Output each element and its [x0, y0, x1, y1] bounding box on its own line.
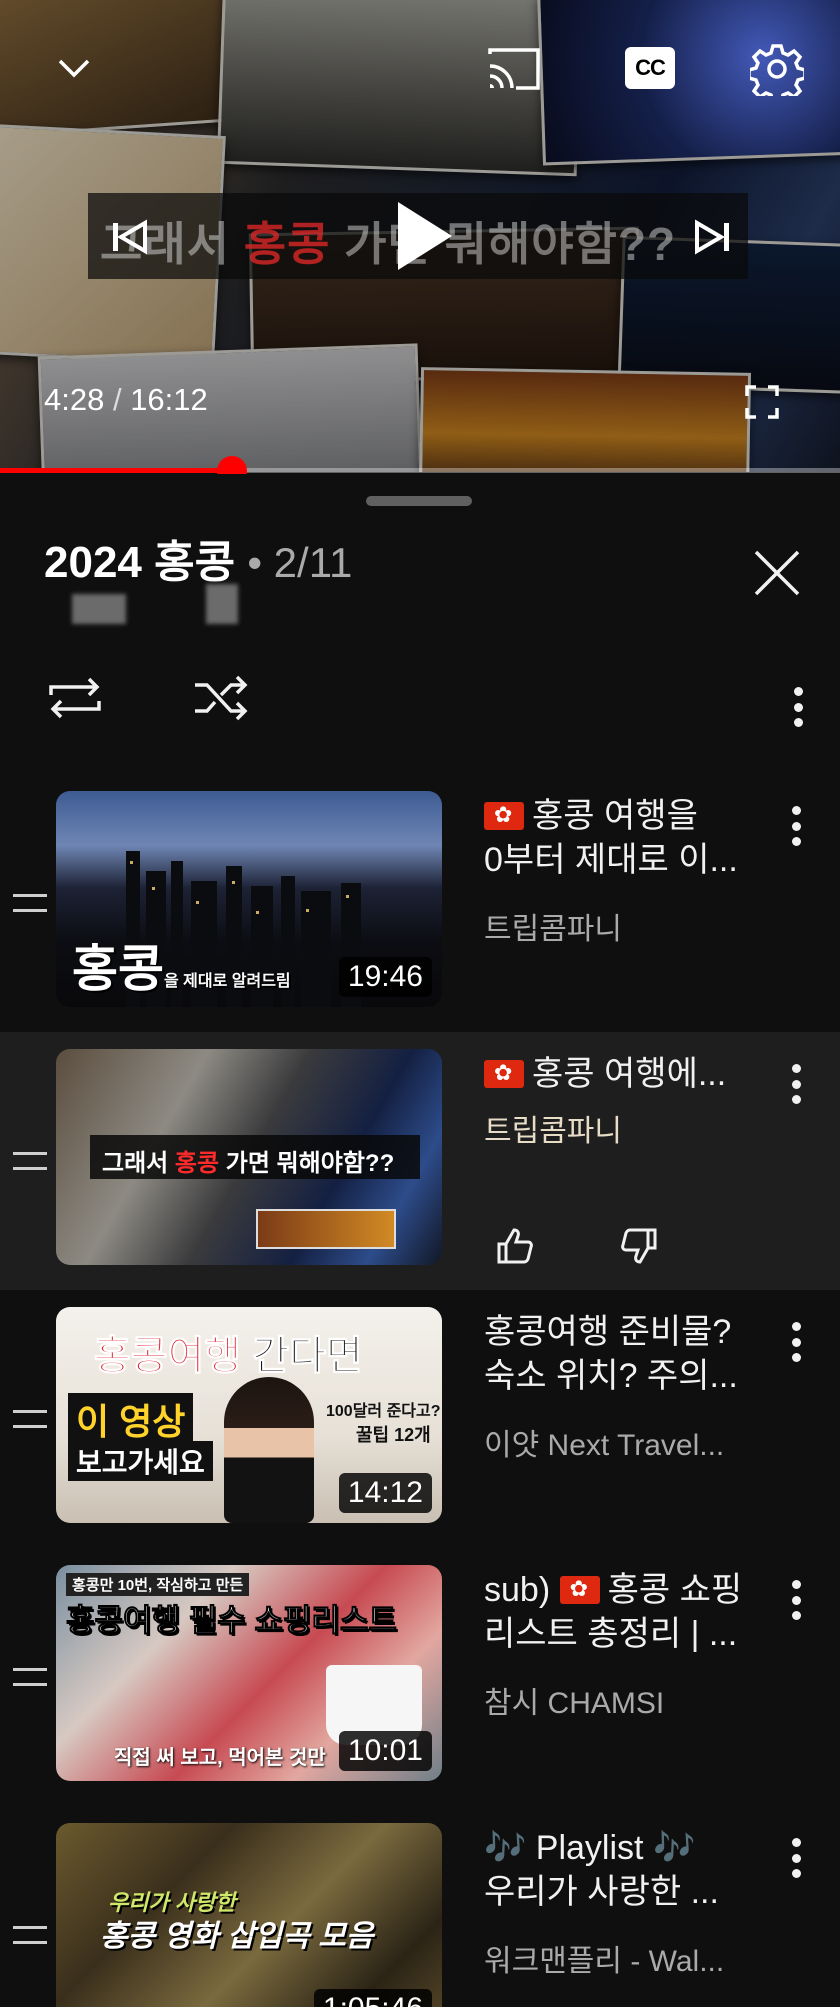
thumbnail-caption: 꿀팁 12개: [356, 1425, 431, 1445]
playlist-item-current[interactable]: 그래서 홍콩 가면 뭐해야함?? 홍콩 여행에... 트립콤파니: [0, 1032, 840, 1290]
cast-icon: [488, 48, 540, 90]
thumbnail-caption: 홍콩만 10번, 작심하고 만든: [66, 1573, 250, 1596]
music-note-icon: 🎶: [484, 1829, 527, 1867]
fullscreen-button[interactable]: [740, 380, 784, 424]
video-player[interactable]: 그래서 홍콩 가면 뭐해야함?? CC 4:28 / 16:12: [0, 0, 840, 472]
video-thumbnail[interactable]: 홍콩여행 간다면 이 영상 보고가세요 100달러 준다고? 꿀팁 12개 14…: [56, 1307, 442, 1523]
playlist-item[interactable]: 우리가 사랑한 홍콩 영화 삽입곡 모음 1:05:46 🎶 Playlist …: [0, 1806, 840, 2007]
panel-drag-handle[interactable]: [366, 496, 472, 506]
previous-icon: [113, 219, 147, 255]
playlist-item[interactable]: 홍콩여행 간다면 이 영상 보고가세요 100달러 준다고? 꿀팁 12개 14…: [0, 1290, 840, 1548]
channel-name: 이얏 Next Travel...: [484, 1429, 725, 1462]
shuffle-icon: [195, 675, 248, 721]
thumbnail-caption: 직접 써 보고, 먹어본 것만: [114, 1747, 326, 1769]
more-vert-icon: [793, 687, 803, 696]
channel-name: 참시 CHAMSI: [484, 1687, 665, 1720]
drag-handle-icon[interactable]: [13, 894, 47, 912]
close-icon: [754, 550, 800, 596]
item-more-button[interactable]: [776, 1570, 816, 1630]
channel-name: 트립콤파니: [484, 1115, 622, 1148]
video-thumbnail[interactable]: 그래서 홍콩 가면 뭐해야함??: [56, 1049, 442, 1265]
playlist-item[interactable]: 홍콩을 제대로 알려드림 19:46 홍콩 여행을 0부터 제대로 이... 트…: [0, 774, 840, 1032]
thumbnail-caption: 홍콩여행 간다면: [93, 1334, 363, 1379]
item-more-button[interactable]: [776, 796, 816, 856]
item-more-button[interactable]: [776, 1828, 816, 1888]
video-title[interactable]: 홍콩여행 준비물? 숙소 위치? 주의...: [484, 1310, 774, 1398]
thumbnail-caption: 홍콩 영화 삽입곡 모음: [100, 1920, 374, 1953]
captions-icon: CC: [635, 55, 666, 80]
playlist-panel: 2024 홍콩 • 2/11 홍콩을 제대로 알려드림 19:46 홍콩 여행을…: [0, 474, 840, 2007]
duration-badge: 19:46: [338, 957, 432, 997]
captions-button[interactable]: CC: [625, 47, 675, 89]
video-thumbnail[interactable]: 홍콩만 10번, 작심하고 만든 홍콩여행 필수 쇼핑리스트 직접 써 보고, …: [56, 1565, 442, 1781]
play-icon: [398, 202, 452, 270]
playlist-title: 2024 홍콩 • 2/11: [44, 538, 353, 587]
playlist-more-button[interactable]: [778, 677, 818, 737]
shuffle-button[interactable]: [186, 669, 256, 727]
drag-handle-icon[interactable]: [13, 1410, 47, 1428]
video-title[interactable]: 홍콩 여행을 0부터 제대로 이...: [484, 794, 774, 882]
thumbnail-caption: 보고가세요: [68, 1441, 213, 1481]
settings-icon: [750, 44, 804, 96]
next-icon: [695, 219, 729, 255]
more-vert-icon: [791, 1838, 801, 1847]
like-button[interactable]: [493, 1224, 537, 1268]
hong-kong-flag-icon: [484, 1060, 524, 1088]
thumbnail-caption: 그래서 홍콩 가면 뭐해야함??: [102, 1150, 395, 1177]
play-button[interactable]: [388, 194, 462, 278]
playlist-position: • 2/11: [247, 539, 353, 586]
cast-button[interactable]: [484, 44, 544, 94]
video-thumbnail[interactable]: 홍콩을 제대로 알려드림 19:46: [56, 791, 442, 1007]
next-button[interactable]: [688, 212, 738, 262]
progress-fill: [0, 468, 232, 473]
fullscreen-icon: [745, 385, 779, 419]
thumbnail-caption: 이 영상: [68, 1393, 194, 1445]
thumbnail-caption: 100달러 준다고?: [326, 1403, 441, 1420]
drag-handle-icon[interactable]: [13, 1926, 47, 1944]
playlist-item[interactable]: 홍콩만 10번, 작심하고 만든 홍콩여행 필수 쇼핑리스트 직접 써 보고, …: [0, 1548, 840, 1806]
duration-badge: 1:05:46: [313, 1989, 432, 2007]
dislike-button[interactable]: [617, 1224, 661, 1268]
music-note-icon: 🎶: [652, 1829, 696, 1867]
loop-button[interactable]: [40, 669, 110, 727]
video-title[interactable]: 🎶 Playlist 🎶 우리가 사랑한 ...: [484, 1826, 774, 1914]
hong-kong-flag-icon: [484, 802, 524, 830]
more-vert-icon: [791, 1064, 801, 1073]
close-playlist-button[interactable]: [745, 541, 809, 605]
item-more-button[interactable]: [776, 1312, 816, 1372]
chevron-down-icon: [58, 59, 90, 78]
drag-handle-icon[interactable]: [13, 1152, 47, 1170]
duration-badge: 14:12: [338, 1473, 432, 1513]
channel-name: 워크맨플리 - Wal...: [484, 1945, 725, 1978]
video-title[interactable]: sub) 홍콩 쇼핑 리스트 총정리 | ...: [484, 1568, 774, 1656]
hong-kong-flag-icon: [559, 1576, 600, 1604]
like-icon: [497, 1228, 533, 1264]
previous-button[interactable]: [104, 212, 154, 262]
time-display: 4:28 / 16:12: [44, 382, 208, 417]
minimize-button[interactable]: [48, 46, 100, 90]
more-vert-icon: [791, 1322, 801, 1331]
duration-badge: 10:01: [338, 1731, 432, 1771]
item-more-button[interactable]: [776, 1054, 816, 1114]
thumbnail-caption: 홍콩여행 필수 쇼핑리스트: [66, 1603, 398, 1639]
channel-name: 트립콤파니: [484, 913, 622, 946]
settings-button[interactable]: [748, 40, 806, 98]
drag-handle-icon[interactable]: [13, 1668, 47, 1686]
loop-icon: [49, 677, 101, 719]
video-thumbnail[interactable]: 우리가 사랑한 홍콩 영화 삽입곡 모음 1:05:46: [56, 1823, 442, 2007]
video-title[interactable]: 홍콩 여행에...: [484, 1052, 774, 1096]
playlist-owner-redacted: [72, 594, 126, 624]
playlist-owner-redacted: [206, 584, 238, 624]
more-vert-icon: [791, 806, 801, 815]
thumbnail-caption: 홍콩을 제대로 알려드림: [72, 941, 291, 997]
dislike-icon: [621, 1228, 657, 1264]
more-vert-icon: [791, 1580, 801, 1589]
presenter-figure: [224, 1377, 314, 1523]
